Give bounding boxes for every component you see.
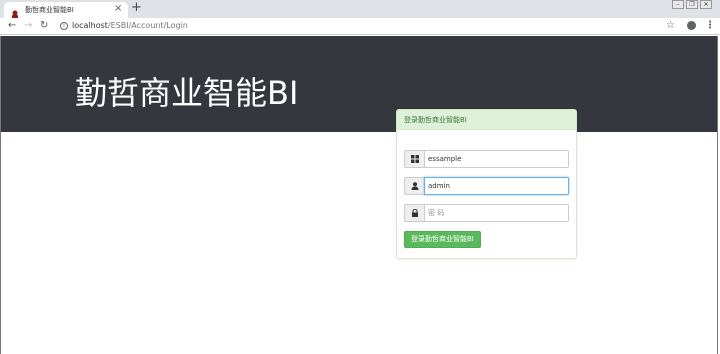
account-icon[interactable] (687, 21, 696, 30)
tab-close-icon[interactable]: × (114, 3, 122, 15)
minimize-icon[interactable]: – (672, 0, 684, 9)
browser-toolbar: ← → ↻ i localhost/ESBI/Account/Login ☆ ⋮ (0, 18, 720, 35)
username-input-group (404, 177, 569, 195)
bookmark-star-icon[interactable]: ☆ (666, 19, 675, 33)
address-bar[interactable]: i localhost/ESBI/Account/Login (58, 20, 678, 33)
login-button[interactable]: 登录勤哲商业智能BI (404, 231, 481, 248)
info-icon[interactable]: i (60, 22, 68, 30)
restore-icon[interactable]: ❐ (686, 0, 698, 9)
browser-tab[interactable]: 勤哲商业智能BI × (4, 2, 128, 20)
forward-arrow-icon[interactable]: → (24, 19, 32, 33)
account-input[interactable] (424, 150, 569, 168)
back-arrow-icon[interactable]: ← (8, 19, 16, 33)
user-icon (404, 177, 424, 195)
password-input-group (404, 204, 569, 222)
login-panel: 登录勤哲商业智能BI 登录勤哲商业智能BI (396, 109, 577, 259)
page-title: 勤哲商业智能BI (75, 74, 299, 112)
header-banner: 勤哲商业智能BI (1, 36, 717, 132)
page-content: 勤哲商业智能BI 登录勤哲商业智能BI 登录勤哲商业智能BI (0, 36, 718, 354)
username-input[interactable] (424, 177, 569, 195)
url-text[interactable]: localhost/ESBI/Account/Login (72, 21, 188, 30)
lock-icon (404, 204, 424, 222)
password-input[interactable] (424, 204, 569, 222)
menu-dots-icon[interactable]: ⋮ (705, 19, 715, 33)
reload-icon[interactable]: ↻ (40, 19, 48, 33)
tab-title: 勤哲商业智能BI (25, 6, 74, 14)
new-tab-button[interactable]: + (131, 1, 142, 15)
grid-icon (404, 150, 424, 168)
favicon-icon (10, 5, 20, 20)
window-close-icon[interactable]: ✕ (700, 0, 712, 9)
browser-tabstrip: 勤哲商业智能BI × + – ❐ ✕ (0, 0, 720, 20)
account-input-group (404, 150, 569, 168)
login-panel-heading: 登录勤哲商业智能BI (397, 110, 576, 130)
